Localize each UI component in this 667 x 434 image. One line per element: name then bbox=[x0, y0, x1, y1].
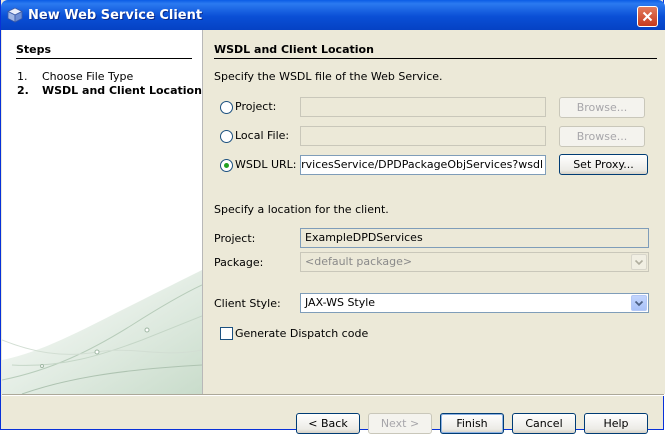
step-number: 2. bbox=[17, 84, 29, 97]
client-project-field[interactable]: ExampleDPDServices bbox=[300, 228, 649, 248]
browse-project-button[interactable]: Browse... bbox=[559, 97, 645, 118]
wsdl-instruction-text: Specify the WSDL file of the Web Service… bbox=[214, 70, 443, 83]
local-file-radio-label: Local File: bbox=[235, 129, 290, 142]
client-style-value: JAX-WS Style bbox=[305, 296, 376, 309]
steps-panel: Steps 1. Choose File Type 2. WSDL and Clie… bbox=[2, 30, 203, 394]
client-project-label: Project: bbox=[214, 232, 256, 245]
package-label: Package: bbox=[214, 256, 264, 269]
close-button[interactable] bbox=[637, 6, 658, 27]
chevron-down-icon bbox=[634, 259, 644, 266]
wsdl-url-value: ObjServicesService/DPDPackageObjServices… bbox=[301, 158, 543, 171]
client-style-label: Client Style: bbox=[214, 297, 281, 310]
decorative-swoosh-graphic bbox=[2, 270, 202, 394]
finish-button[interactable]: Finish bbox=[440, 413, 504, 434]
close-icon bbox=[642, 11, 653, 22]
browse-local-file-button[interactable]: Browse... bbox=[559, 126, 645, 147]
next-button[interactable]: Next > bbox=[368, 413, 432, 434]
new-web-service-client-dialog: New Web Service Client Steps 1. Choose Fi… bbox=[0, 0, 665, 434]
step-wsdl-and-client-location: 2. WSDL and Client Location bbox=[17, 84, 202, 97]
back-button[interactable]: < Back bbox=[296, 413, 360, 434]
package-combo[interactable]: <default package> bbox=[300, 252, 649, 272]
window-title: New Web Service Client bbox=[28, 8, 203, 23]
project-radio-label: Project: bbox=[235, 100, 277, 113]
steps-heading: Steps bbox=[16, 43, 52, 56]
section-heading: WSDL and Client Location bbox=[214, 43, 374, 56]
package-combo-value: <default package> bbox=[305, 255, 413, 268]
local-file-field[interactable] bbox=[300, 126, 546, 146]
package-dropdown-arrow[interactable] bbox=[631, 254, 647, 270]
wsdl-url-field[interactable]: ObjServicesService/DPDPackageObjServices… bbox=[300, 155, 546, 175]
wizard-content-panel: WSDL and Client Location Specify the WSD… bbox=[203, 30, 665, 394]
wsdl-url-radio[interactable] bbox=[220, 159, 233, 172]
local-file-radio[interactable] bbox=[220, 130, 233, 143]
client-style-combo[interactable]: JAX-WS Style bbox=[300, 293, 649, 313]
chevron-down-icon bbox=[634, 300, 644, 307]
project-radio[interactable] bbox=[220, 101, 233, 114]
netbeans-cube-icon bbox=[7, 7, 23, 23]
wsdl-url-radio-label: WSDL URL: bbox=[235, 158, 297, 171]
cancel-button[interactable]: Cancel bbox=[512, 413, 576, 434]
step-number: 1. bbox=[17, 70, 28, 83]
steps-divider bbox=[16, 58, 192, 59]
generate-dispatch-checkbox[interactable] bbox=[220, 327, 233, 340]
help-button[interactable]: Help bbox=[584, 413, 648, 434]
generate-dispatch-label: Generate Dispatch code bbox=[235, 327, 369, 340]
set-proxy-button[interactable]: Set Proxy... bbox=[559, 154, 648, 175]
client-style-dropdown-arrow[interactable] bbox=[631, 295, 647, 311]
location-instruction-text: Specify a location for the client. bbox=[214, 203, 389, 216]
project-wsdl-field[interactable] bbox=[300, 97, 546, 117]
step-choose-file-type: 1. Choose File Type bbox=[17, 70, 133, 83]
button-bar-divider-highlight bbox=[2, 395, 664, 396]
step-label: Choose File Type bbox=[42, 70, 134, 83]
step-label: WSDL and Client Location bbox=[42, 84, 202, 97]
section-divider bbox=[214, 58, 657, 59]
title-bar[interactable]: New Web Service Client bbox=[1, 0, 665, 30]
